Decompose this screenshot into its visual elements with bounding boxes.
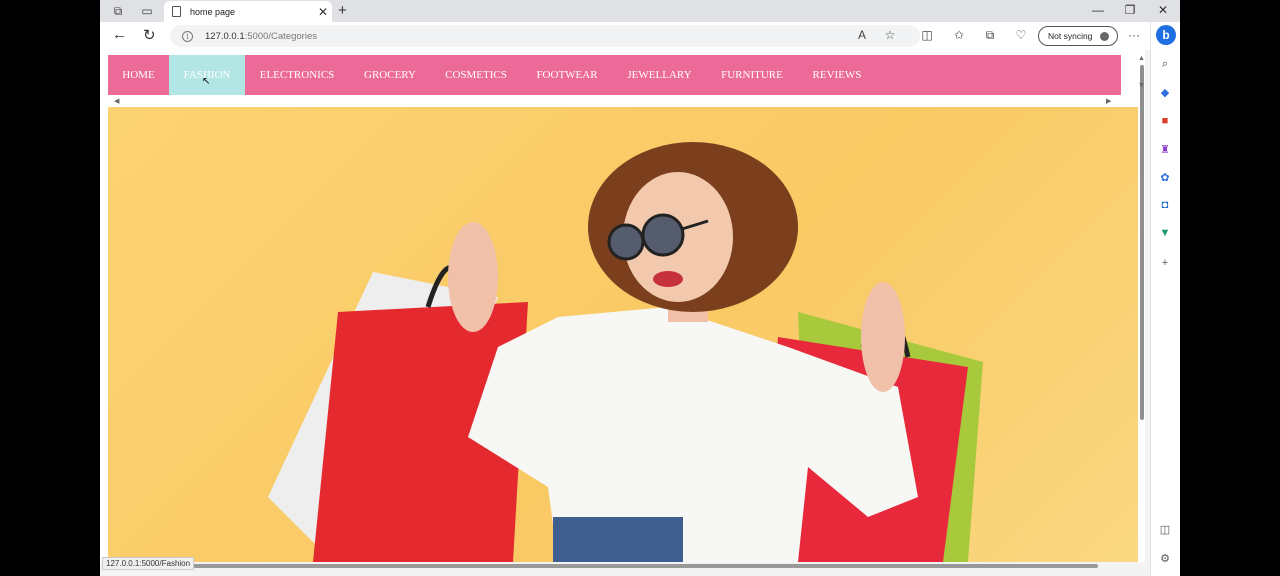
browser-essentials-icon[interactable]: ♡ [1013,28,1029,42]
horizontal-scrollbar[interactable] [100,562,1145,570]
browser-toolbar: ← ↻ i 127.0.0.1:5000/Categories A ☆ ◫ ✩ … [100,22,1180,50]
games-icon[interactable]: ♜ [1158,142,1172,156]
shopping-tag-icon[interactable]: ◆ [1158,85,1172,99]
url-text: 127.0.0.1:5000/Categories [205,30,317,42]
mouse-cursor-icon: ↖ [202,76,211,87]
tools-icon[interactable]: ■ [1158,114,1172,128]
scroll-right-icon[interactable]: ▶ [1106,97,1111,105]
refresh-icon[interactable]: ↻ [143,26,156,44]
more-menu-icon[interactable]: ··· [1126,28,1142,42]
left-arm [448,222,498,332]
outlook-icon[interactable]: ◘ [1158,198,1172,212]
workspaces-icon[interactable]: ⧉ [109,3,127,19]
nav-item-reviews[interactable]: REVIEWS [798,55,876,95]
new-tab-icon[interactable]: + [338,2,347,19]
nav-item-grocery[interactable]: GROCERY [349,55,431,95]
favorites-icon[interactable]: ✩ [951,28,967,42]
jeans [553,517,683,562]
back-icon[interactable]: ← [112,26,127,43]
sidebar-layout-icon[interactable]: ◫ [1158,522,1172,536]
address-bar[interactable]: i 127.0.0.1:5000/Categories [170,25,920,47]
nav-item-cosmetics[interactable]: COSMETICS [431,55,521,95]
profile-avatar-icon [1100,31,1110,41]
nav-item-home[interactable]: HOME [108,55,169,95]
nav-item-fashion[interactable]: FASHION [169,55,245,95]
vertical-scroll-thumb[interactable] [1140,65,1144,420]
bing-copilot-icon[interactable]: b [1156,25,1176,45]
split-screen-icon[interactable]: ◫ [919,28,935,42]
hero-image [108,107,1138,562]
vertical-scrollbar[interactable]: ▲ ▼ [1138,55,1146,565]
read-aloud-icon[interactable]: A [854,28,870,42]
sync-label: Not syncing [1048,31,1093,41]
collections-icon[interactable]: ⧉ [982,28,998,43]
scroll-up-icon[interactable]: ▲ [1138,55,1145,62]
active-tab[interactable]: home page ✕ [164,1,332,22]
tab-strip: ⧉ ▭ home page ✕ + — ❐ ✕ [100,0,1180,22]
close-tab-icon[interactable]: ✕ [316,5,330,19]
nav-item-jewellary[interactable]: JEWELLARY [613,55,706,95]
edge-sidebar: b ⌕ ◆ ■ ♜ ✿ ◘ ▼ + ◫ ⚙ [1150,22,1180,576]
add-sidebar-app-icon[interactable]: + [1158,256,1172,270]
scroll-left-icon[interactable]: ◀ [114,97,119,105]
site-info-icon[interactable]: i [182,30,193,42]
nav-item-footwear[interactable]: FOOTWEAR [521,55,613,95]
sunglasses-right-lens [641,213,685,257]
page-icon [172,6,181,17]
nav-item-furniture[interactable]: FURNITURE [706,55,798,95]
tab-actions-icon[interactable]: ▭ [138,3,156,19]
horizontal-scroll-thumb[interactable] [193,564,1098,568]
tab-title: home page [190,6,236,17]
sunglasses-left-lens [607,223,645,261]
category-navbar: HOME FASHION ELECTRONICS GROCERY COSMETICS FO… [108,55,1121,95]
mouth [653,271,683,287]
office-icon[interactable]: ✿ [1158,170,1172,184]
nav-item-electronics[interactable]: ELECTRONICS [245,55,349,95]
minimize-icon[interactable]: — [1088,3,1108,17]
nav-scroll-arrows: ◀ ▶ [114,97,1114,105]
page-viewport: HOME FASHION ELECTRONICS GROCERY COSMETICS FO… [100,50,1145,570]
restore-icon[interactable]: ❐ [1120,3,1140,17]
close-window-icon[interactable]: ✕ [1153,3,1173,17]
scroll-down-icon-top[interactable]: ▼ [1138,82,1145,89]
drop-icon[interactable]: ▼ [1158,226,1172,240]
favorite-star-icon[interactable]: ☆ [882,28,898,42]
status-bar-url: 127.0.0.1:5000/Fashion [102,557,195,570]
browser-window: ⧉ ▭ home page ✕ + — ❐ ✕ ← ↻ i 127.0.0.1:… [100,0,1180,576]
right-arm [861,282,905,392]
hero-illustration [268,142,983,562]
settings-gear-icon[interactable]: ⚙ [1158,551,1172,565]
search-icon[interactable]: ⌕ [1158,57,1172,71]
sync-button[interactable]: Not syncing [1038,26,1118,46]
